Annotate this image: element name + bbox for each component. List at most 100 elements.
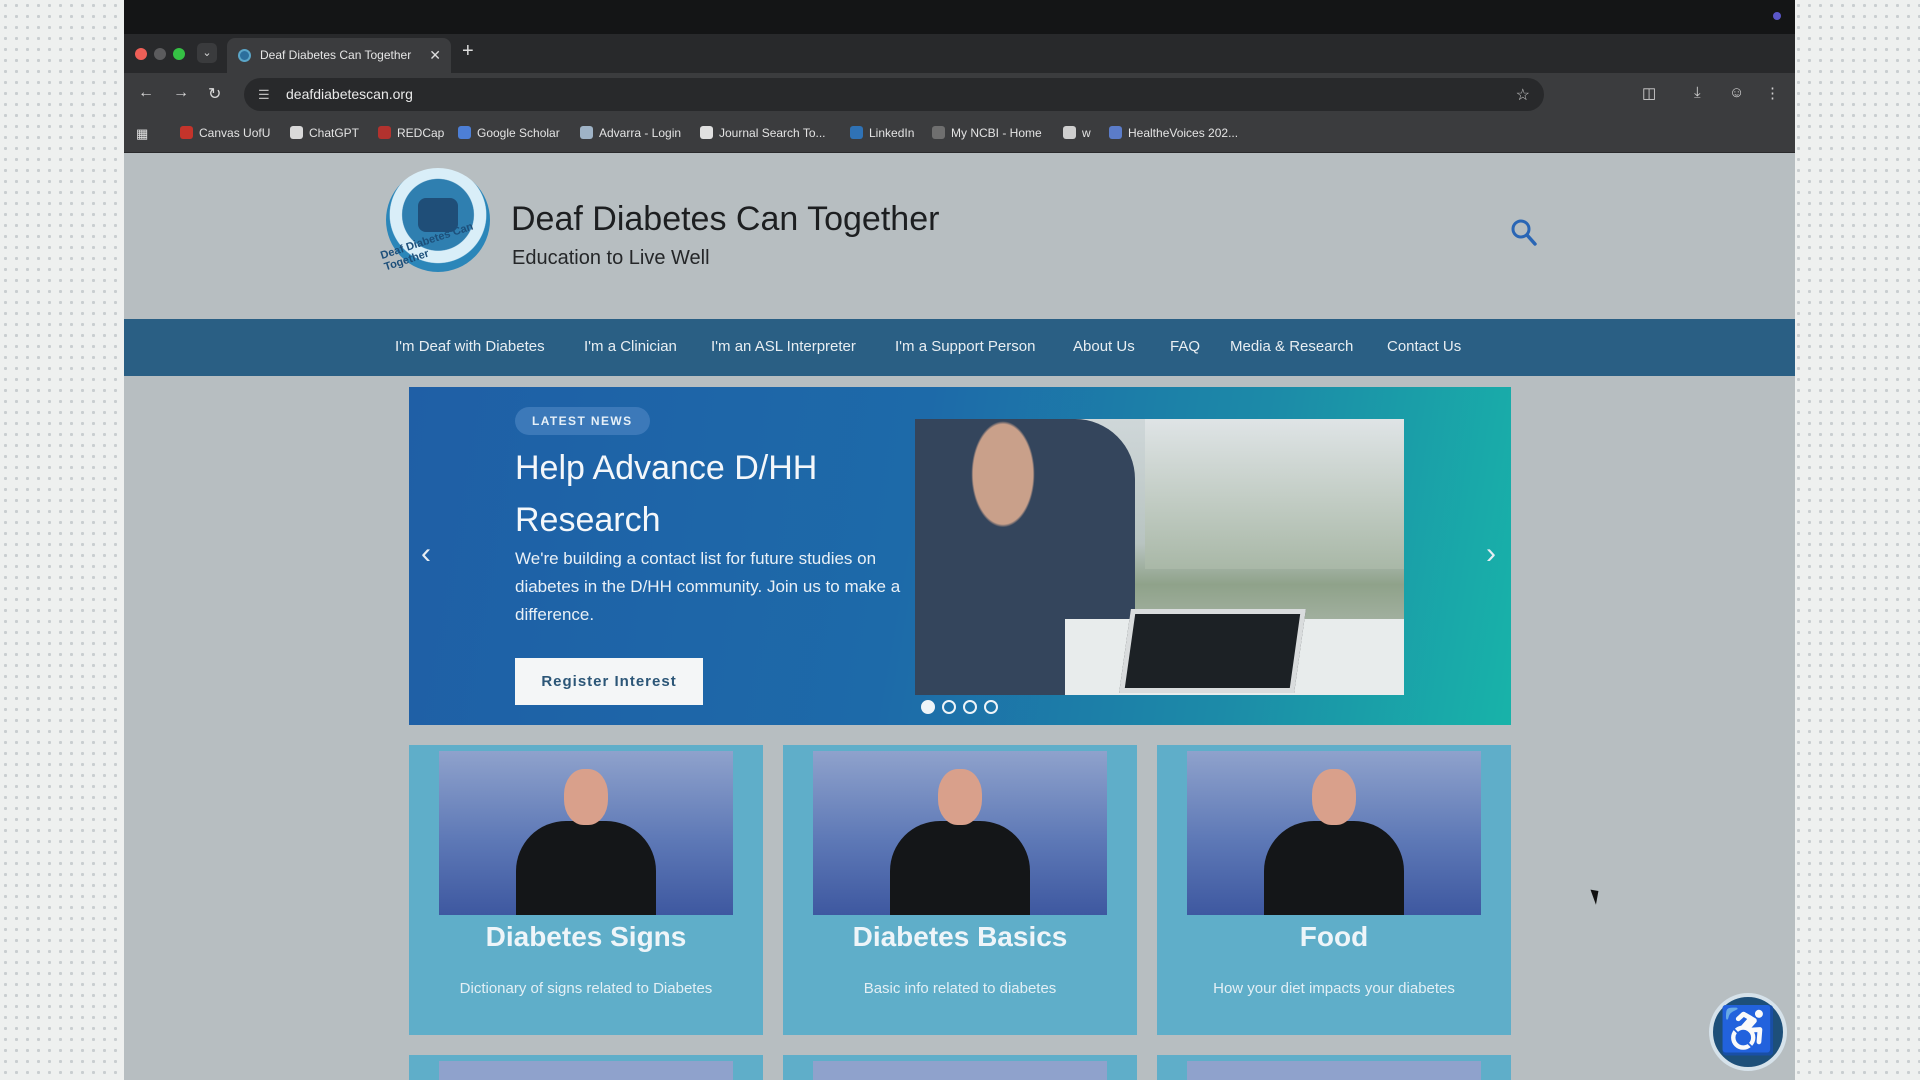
hero-image [915, 419, 1404, 695]
card-description: Dictionary of signs related to Diabetes [459, 980, 713, 997]
card-image [439, 1061, 733, 1080]
minimize-window-button[interactable] [154, 48, 166, 60]
carousel-dot-1[interactable] [921, 700, 935, 714]
card-image [813, 751, 1107, 915]
nav-clinician[interactable]: I'm a Clinician [584, 338, 677, 355]
card-image [1187, 1061, 1481, 1080]
site-title[interactable]: Deaf Diabetes Can Together [511, 200, 939, 239]
nav-media-research[interactable]: Media & Research [1230, 338, 1353, 355]
bookmark-google-scholar[interactable]: Google Scholar [458, 126, 560, 140]
carousel-dot-3[interactable] [963, 700, 977, 714]
healthevoices-icon [1109, 126, 1122, 139]
menu-kebab-icon[interactable]: ⋮ [1765, 84, 1780, 102]
hero-carousel: ‹ LATEST NEWS Help Advance D/HH Research… [409, 387, 1511, 725]
bookmark-redcap[interactable]: REDCap [378, 126, 444, 140]
bookmark-healthevoices[interactable]: HealtheVoices 202... [1109, 126, 1238, 140]
website: Deaf Diabetes Can Together Deaf Diabetes… [124, 154, 1795, 1080]
search-icon[interactable] [1511, 219, 1537, 247]
accessibility-icon[interactable]: ♿ [1709, 993, 1787, 1071]
card-title: Diabetes Basics [852, 921, 1068, 952]
back-arrow-icon[interactable]: ← [138, 84, 154, 102]
maximize-window-button[interactable] [173, 48, 185, 60]
apps-grid-icon[interactable]: ▦ [136, 126, 148, 142]
browser-window: ⌄ Deaf Diabetes Can Together ✕ + ← → ↻ ☰… [124, 0, 1795, 1080]
bookmark-label: REDCap [397, 126, 445, 140]
tab-active[interactable]: Deaf Diabetes Can Together ✕ [227, 38, 451, 73]
tab-list-chevron-icon[interactable]: ⌄ [197, 43, 217, 63]
card-diabetes-basics[interactable]: Diabetes Basics Basic info related to di… [783, 745, 1137, 1035]
tablet-video [1119, 609, 1306, 693]
nav-about-us[interactable]: About Us [1073, 338, 1135, 355]
carousel-dot-2[interactable] [942, 700, 956, 714]
nav-deaf-with-diabetes[interactable]: I'm Deaf with Diabetes [395, 338, 545, 355]
advarra-icon [580, 126, 593, 139]
status-dot [1773, 12, 1781, 20]
nav-asl-interpreter[interactable]: I'm an ASL Interpreter [711, 338, 856, 355]
bookmark-ncbi[interactable]: My NCBI - Home [932, 126, 1042, 140]
card-food[interactable]: Food How your diet impacts your diabetes [1157, 745, 1511, 1035]
address-bar[interactable]: ☰ deafdiabetescan.org ☆ [244, 78, 1544, 111]
main-nav: I'm Deaf with Diabetes I'm a Clinician I… [124, 319, 1795, 376]
site-info-icon[interactable]: ☰ [258, 87, 270, 103]
bookmark-w[interactable]: w [1063, 126, 1091, 140]
canvas-icon [180, 126, 193, 139]
signer-head [564, 769, 608, 825]
card-image [1187, 751, 1481, 915]
signer-head [938, 769, 982, 825]
card-partial[interactable] [1157, 1055, 1511, 1080]
carousel-dot-4[interactable] [984, 700, 998, 714]
reload-icon[interactable]: ↻ [208, 84, 221, 104]
scholar-icon [458, 126, 471, 139]
bookmark-label: Journal Search To... [719, 126, 826, 140]
bookmark-label: My NCBI - Home [951, 126, 1042, 140]
card-partial[interactable] [783, 1055, 1137, 1080]
profile-icon[interactable]: ☺ [1729, 84, 1744, 101]
chatgpt-icon [290, 126, 303, 139]
register-interest-button[interactable]: Register Interest [515, 658, 703, 705]
close-window-button[interactable] [135, 48, 147, 60]
bookmark-chatgpt[interactable]: ChatGPT [290, 126, 359, 140]
hero-description: We're building a contact list for future… [515, 549, 901, 624]
carousel-prev-arrow-icon[interactable]: ‹ [421, 537, 431, 571]
card-title: Diabetes Signs [485, 921, 687, 952]
bookmark-linkedin[interactable]: LinkedIn [850, 126, 914, 140]
forward-arrow-icon[interactable]: → [173, 84, 189, 102]
nav-contact-us[interactable]: Contact Us [1387, 338, 1461, 355]
carousel-dots [921, 700, 1005, 719]
linkedin-icon [850, 126, 863, 139]
site-favicon-icon [238, 49, 251, 62]
bookmark-label: Advarra - Login [599, 126, 682, 140]
bookmark-label: Google Scholar [477, 126, 560, 140]
signer-body [1264, 821, 1404, 915]
card-diabetes-signs[interactable]: Diabetes Signs Dictionary of signs relat… [409, 745, 763, 1035]
signer-body [516, 821, 656, 915]
bookmark-canvas[interactable]: Canvas UofU [180, 126, 270, 140]
tab-title: Deaf Diabetes Can Together [260, 48, 412, 62]
bookmark-advarra[interactable]: Advarra - Login [580, 126, 681, 140]
bookmarks-bar: ▦ Canvas UofU ChatGPT REDCap Google Scho… [124, 116, 1795, 153]
card-image [439, 751, 733, 915]
signer-body [890, 821, 1030, 915]
site-subtitle: Education to Live Well [512, 247, 710, 269]
nav-support-person[interactable]: I'm a Support Person [895, 338, 1035, 355]
bookmark-journal-search[interactable]: Journal Search To... [700, 126, 826, 140]
bookmark-label: ChatGPT [309, 126, 360, 140]
tab-close-icon[interactable]: ✕ [429, 47, 441, 64]
card-partial[interactable] [409, 1055, 763, 1080]
bookmark-label: LinkedIn [869, 126, 915, 140]
card-description: Basic info related to diabetes [863, 980, 1057, 997]
signer-head [1312, 769, 1356, 825]
bookmark-label: Canvas UofU [199, 126, 271, 140]
bookmark-star-icon[interactable]: ☆ [1516, 85, 1530, 105]
bookmark-label: w [1082, 126, 1091, 140]
extensions-icon[interactable]: ◫ [1642, 84, 1656, 102]
browser-toolbar: ← → ↻ ☰ deafdiabetescan.org ☆ ◫ ⤓ ☺ ⋮ [124, 73, 1795, 116]
new-tab-button[interactable]: + [462, 40, 474, 63]
globe-icon [1063, 126, 1076, 139]
carousel-next-arrow-icon[interactable]: › [1486, 537, 1496, 571]
nav-faq[interactable]: FAQ [1170, 338, 1200, 355]
card-description: How your diet impacts your diabetes [1213, 980, 1455, 997]
url-text: deafdiabetescan.org [286, 86, 413, 102]
hero-title: Help Advance D/HH Research [515, 449, 818, 539]
download-icon[interactable]: ⤓ [1694, 84, 1701, 101]
